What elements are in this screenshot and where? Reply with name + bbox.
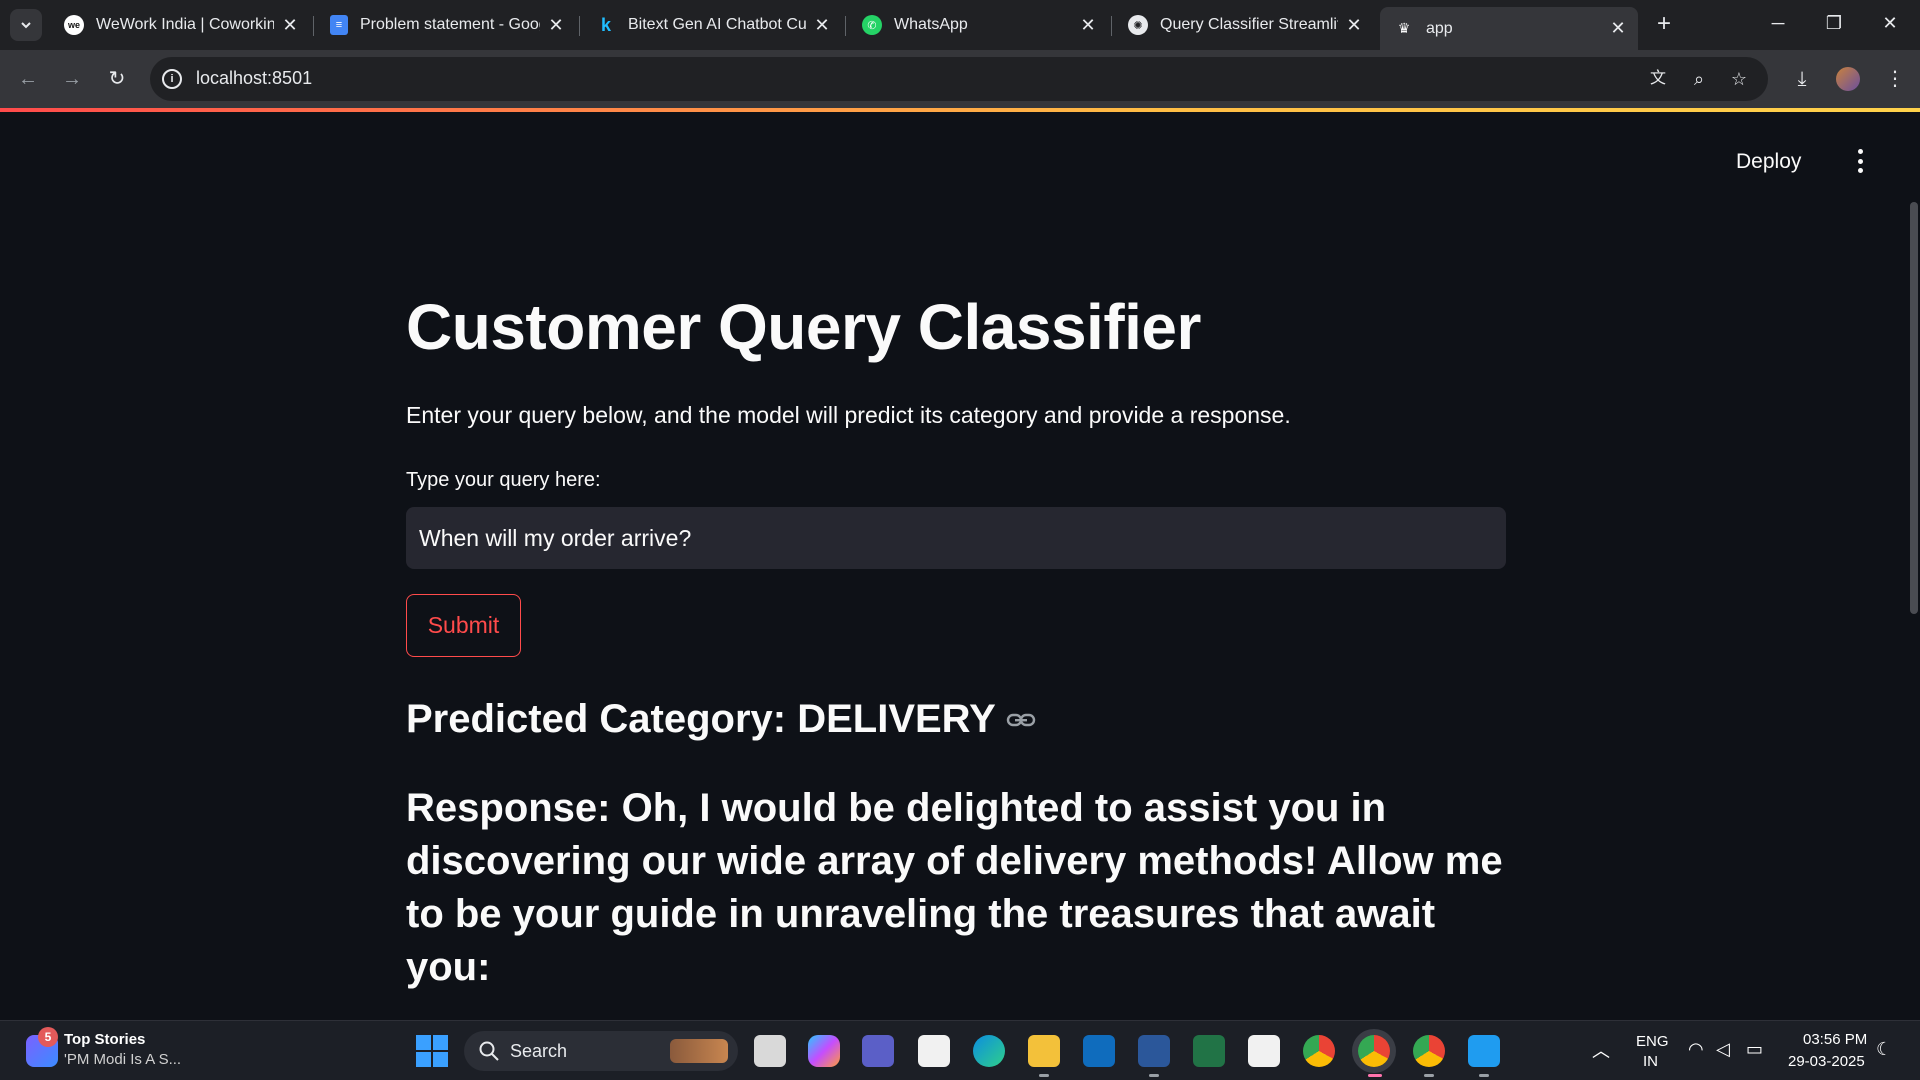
- google-docs-icon: ≡: [330, 15, 348, 35]
- url-text[interactable]: localhost:8501: [196, 68, 312, 89]
- word-icon[interactable]: [1138, 1035, 1170, 1067]
- deploy-button[interactable]: Deploy: [1736, 150, 1801, 174]
- chrome-profile-icon[interactable]: [1413, 1035, 1445, 1067]
- close-icon[interactable]: ✕: [1078, 15, 1098, 36]
- close-icon[interactable]: ✕: [546, 15, 566, 36]
- scrollbar[interactable]: [1910, 202, 1918, 614]
- link-icon[interactable]: [1006, 711, 1036, 729]
- close-icon[interactable]: ✕: [280, 15, 300, 36]
- store-icon[interactable]: [1248, 1035, 1280, 1067]
- browser-menu-icon[interactable]: ⋮: [1880, 64, 1910, 94]
- news-badge: 5: [38, 1027, 58, 1047]
- chrome-active-icon[interactable]: [1358, 1035, 1390, 1067]
- restore-button[interactable]: ❐: [1814, 8, 1854, 38]
- intro-text: Enter your query below, and the model wi…: [406, 402, 1291, 428]
- tab-separator: [1111, 16, 1112, 36]
- excel-icon[interactable]: [1193, 1035, 1225, 1067]
- tab-query-classifier[interactable]: ✺ Query Classifier Streamlit A ✕: [1114, 7, 1374, 43]
- back-button[interactable]: ←: [12, 63, 44, 95]
- tab-title: WhatsApp: [894, 16, 968, 33]
- tab-separator: [579, 16, 580, 36]
- tab-whatsapp[interactable]: ✆ WhatsApp ✕: [848, 7, 1108, 43]
- predicted-category-text: Predicted Category: DELIVERY: [406, 697, 996, 741]
- query-label: Type your query here:: [406, 469, 601, 491]
- volume-icon[interactable]: ◁: [1716, 1039, 1730, 1060]
- chatgpt-icon: ✺: [1128, 15, 1148, 35]
- tab-wework[interactable]: we WeWork India | Coworking ✕: [50, 7, 310, 43]
- reload-button[interactable]: ↻: [101, 63, 133, 95]
- chevron-down-icon: [21, 22, 31, 29]
- page-title: Customer Query Classifier: [406, 291, 1201, 363]
- wifi-icon[interactable]: ◠: [1688, 1039, 1704, 1060]
- tab-problem-statement[interactable]: ≡ Problem statement - Goog ✕: [316, 7, 576, 43]
- minimize-button[interactable]: ─: [1758, 8, 1798, 38]
- site-info-icon[interactable]: i: [162, 69, 182, 89]
- file-explorer-icon[interactable]: [1028, 1035, 1060, 1067]
- download-icon[interactable]: ⤓: [1787, 64, 1817, 94]
- search-label: Search: [510, 1041, 568, 1061]
- window-close-button[interactable]: ✕: [1870, 8, 1910, 38]
- chrome-icon[interactable]: [1303, 1035, 1335, 1067]
- notification-icon[interactable]: ☾: [1876, 1039, 1892, 1060]
- response-heading: Response: Oh, I would be delighted to as…: [406, 786, 1503, 989]
- running-indicator: [1368, 1074, 1382, 1077]
- file-icon[interactable]: [918, 1035, 950, 1067]
- region-indicator[interactable]: IN: [1643, 1053, 1658, 1070]
- tab-search-button[interactable]: [10, 9, 42, 41]
- tab-title: WeWork India | Coworking: [96, 16, 274, 33]
- forward-button[interactable]: →: [56, 63, 88, 95]
- taskbar-search[interactable]: Search: [464, 1031, 738, 1071]
- tab-separator: [313, 16, 314, 36]
- bookmark-star-icon[interactable]: ☆: [1725, 65, 1753, 93]
- predicted-category-heading: Predicted Category: DELIVERY: [406, 697, 1036, 742]
- main-menu-icon[interactable]: [1848, 146, 1872, 176]
- close-icon[interactable]: ✕: [1608, 18, 1628, 39]
- tab-title: app: [1426, 19, 1453, 37]
- running-indicator: [1039, 1074, 1049, 1077]
- battery-icon[interactable]: ▭: [1746, 1039, 1763, 1060]
- vscode-icon[interactable]: [1468, 1035, 1500, 1067]
- wework-icon: we: [64, 15, 84, 35]
- streamlit-icon: ♛: [1397, 20, 1411, 36]
- address-bar[interactable]: i localhost:8501 文 ⌕ ☆: [150, 57, 1768, 101]
- zoom-icon[interactable]: ⌕: [1685, 65, 1713, 93]
- translate-icon[interactable]: 文: [1644, 65, 1672, 93]
- language-indicator[interactable]: ENG: [1636, 1033, 1669, 1050]
- tab-app[interactable]: ♛ app ✕: [1380, 7, 1638, 50]
- tab-title: Bitext Gen AI Chatbot Cust: [628, 16, 806, 33]
- new-tab-button[interactable]: +: [1650, 10, 1678, 38]
- copilot-icon[interactable]: [808, 1035, 840, 1067]
- query-input[interactable]: [406, 507, 1506, 569]
- app-viewport: Deploy Customer Query Classifier Enter y…: [0, 112, 1920, 1020]
- tab-bitext[interactable]: k Bitext Gen AI Chatbot Cust ✕: [582, 7, 842, 43]
- browser-toolbar: ← → ↻ i localhost:8501 文 ⌕ ☆ ⤓ ⋮: [0, 50, 1920, 108]
- whatsapp-icon: ✆: [862, 15, 882, 35]
- windows-taskbar: 5 Top Stories 'PM Modi Is A S... Search …: [0, 1020, 1920, 1080]
- submit-button[interactable]: Submit: [406, 594, 521, 657]
- clock-date[interactable]: 29-03-2025: [1788, 1053, 1865, 1070]
- profile-avatar[interactable]: [1833, 64, 1863, 94]
- teams-icon[interactable]: [862, 1035, 894, 1067]
- search-icon: [479, 1041, 499, 1061]
- close-icon[interactable]: ✕: [812, 15, 832, 36]
- running-indicator: [1424, 1074, 1434, 1077]
- edge-icon[interactable]: [973, 1035, 1005, 1067]
- news-subtitle: 'PM Modi Is A S...: [64, 1051, 182, 1068]
- close-icon[interactable]: ✕: [1344, 15, 1364, 36]
- browser-tabstrip: we WeWork India | Coworking ✕ ≡ Problem …: [0, 0, 1920, 50]
- clock-time[interactable]: 03:56 PM: [1803, 1031, 1867, 1048]
- start-button[interactable]: [416, 1035, 448, 1067]
- running-indicator: [1479, 1074, 1489, 1077]
- tab-separator: [845, 16, 846, 36]
- search-highlight-image: [670, 1039, 728, 1063]
- news-title: Top Stories: [64, 1031, 146, 1048]
- running-indicator: [1149, 1074, 1159, 1077]
- task-view-icon[interactable]: [754, 1035, 786, 1067]
- tab-title: Query Classifier Streamlit A: [1160, 16, 1338, 33]
- chevron-up-icon[interactable]: ︿: [1592, 1037, 1610, 1063]
- tab-title: Problem statement - Goog: [360, 16, 540, 33]
- outlook-icon[interactable]: [1083, 1035, 1115, 1067]
- kaggle-icon: k: [600, 14, 611, 35]
